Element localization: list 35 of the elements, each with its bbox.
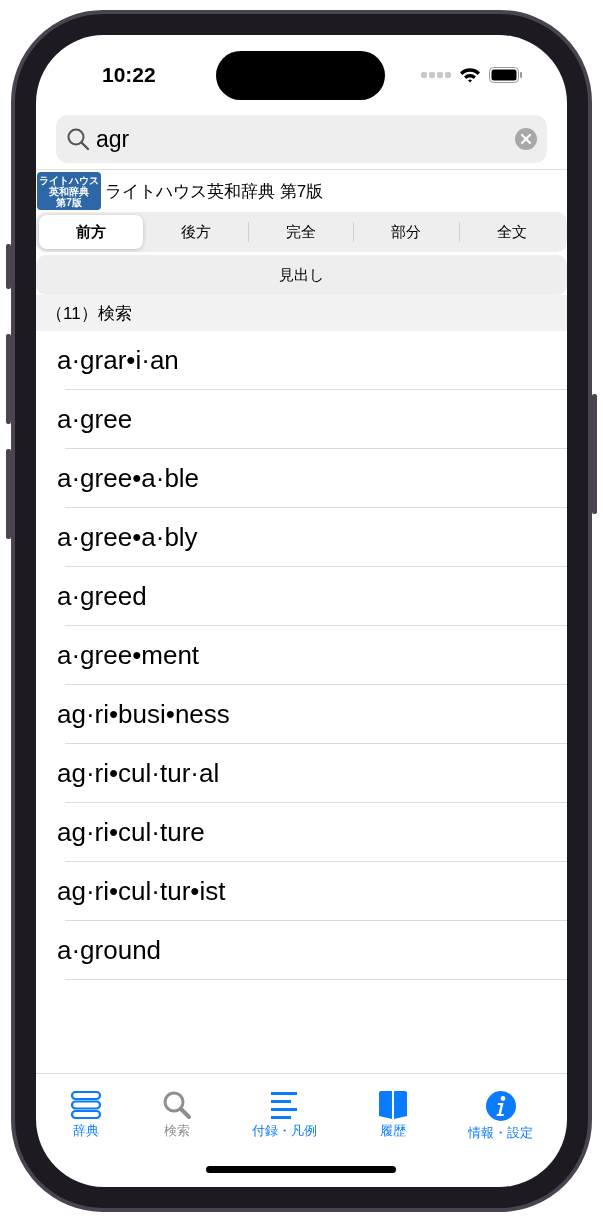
- result-item[interactable]: a·grar•i·an: [57, 345, 179, 376]
- result-item[interactable]: ag·ri•busi•ness: [57, 699, 230, 730]
- result-item[interactable]: a·gree•a·ble: [57, 463, 200, 494]
- results-header: （11）検索: [46, 302, 132, 325]
- result-item[interactable]: a·ground: [57, 935, 162, 966]
- result-item[interactable]: ag·ri•cul·tur•ist: [57, 876, 226, 907]
- result-item[interactable]: ag·ri•cul·tur·al: [57, 758, 220, 789]
- segment-tab[interactable]: 前方: [39, 215, 144, 249]
- dictionary-title: ライトハウス英和辞典 第7版: [105, 180, 324, 203]
- segment-tab[interactable]: 全文: [459, 215, 565, 249]
- status-time: 10:22: [102, 63, 156, 87]
- books-icon: [69, 1090, 102, 1120]
- signal-icon: [421, 71, 451, 79]
- tab-bar-item[interactable]: 履歴: [376, 1090, 409, 1144]
- tab-bar-item[interactable]: 辞典: [69, 1090, 102, 1144]
- clear-icon[interactable]: [515, 128, 537, 150]
- result-item[interactable]: a·gree: [57, 404, 133, 435]
- search-icon: [66, 127, 90, 151]
- search-field[interactable]: agr: [56, 115, 547, 163]
- dictionary-logo: ライトハウス 英和辞典 第7版: [37, 172, 101, 210]
- segment-tab[interactable]: 完全: [248, 215, 354, 249]
- result-item[interactable]: a·gree•a·bly: [57, 522, 198, 553]
- headword-button[interactable]: 見出し: [36, 255, 567, 295]
- info-icon: [484, 1090, 517, 1122]
- tab-bar-item[interactable]: 付録・凡例: [252, 1090, 318, 1144]
- search-icon: [161, 1090, 194, 1120]
- segment-tab[interactable]: 後方: [143, 215, 248, 249]
- result-item[interactable]: ag·ri•cul·ture: [57, 817, 205, 848]
- tab-bar-item[interactable]: 情報・設定: [468, 1090, 534, 1144]
- segment-tab[interactable]: 部分: [354, 215, 459, 249]
- book-icon: [376, 1090, 409, 1120]
- wifi-icon: [459, 67, 481, 83]
- result-item[interactable]: a·gree•ment: [57, 640, 200, 671]
- battery-icon: [489, 67, 523, 83]
- result-item[interactable]: a·greed: [57, 581, 147, 612]
